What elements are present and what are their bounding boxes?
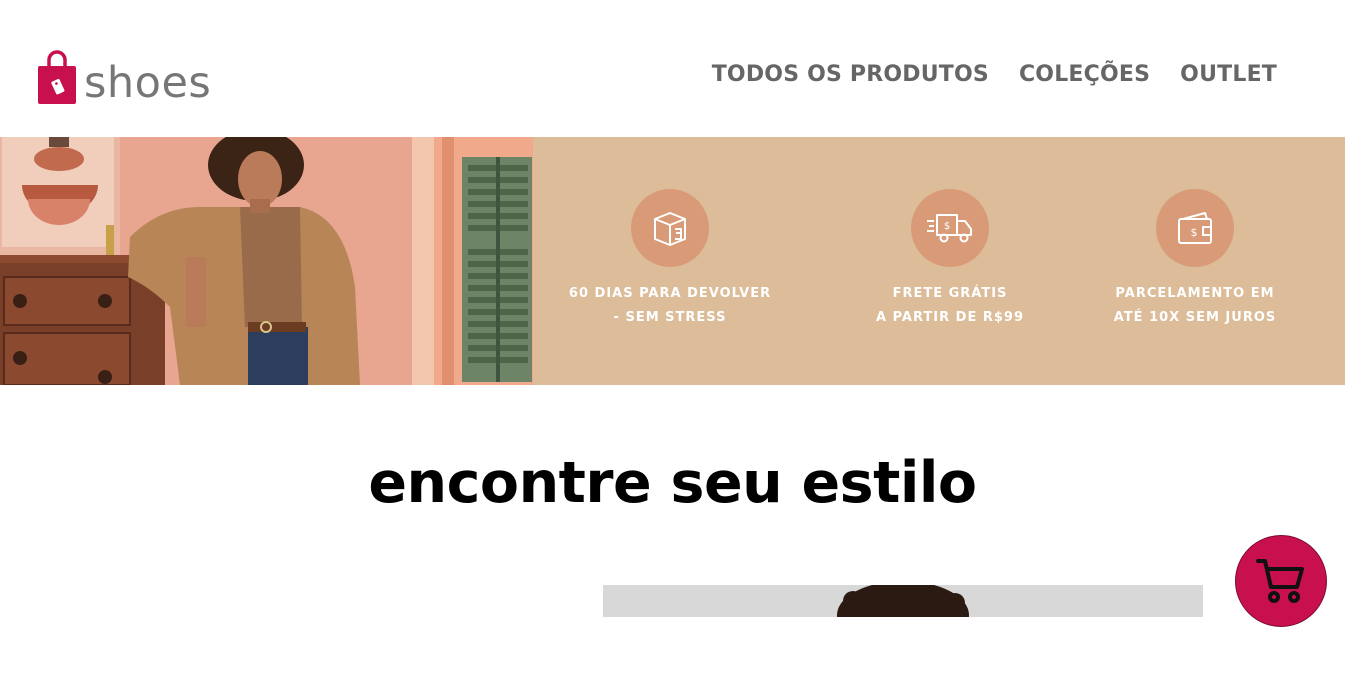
perk-returns-line2: - SEM STRESS bbox=[613, 310, 727, 325]
brand-logo[interactable]: shoes bbox=[38, 46, 211, 106]
perk-installments-line2: ATÉ 10X SEM JUROS bbox=[1113, 310, 1277, 325]
shopping-bag-icon bbox=[38, 50, 76, 104]
svg-text:$: $ bbox=[944, 221, 950, 232]
perks-strip: 60 DIAS PARA DEVOLVER - SEM STRESS $ FRE… bbox=[533, 137, 1345, 385]
perk-installments-line1: PARCELAMENTO EM bbox=[1115, 286, 1275, 301]
perk-icon-circle: $ bbox=[1156, 189, 1234, 267]
delivery-truck-icon: $ bbox=[927, 214, 972, 243]
site-header: shoes TODOS OS PRODUTOS COLEÇÕES OUTLET bbox=[0, 0, 1345, 137]
perk-shipping-line1: FRETE GRÁTIS bbox=[892, 286, 1008, 301]
perk-installments: $ PARCELAMENTO EM ATÉ 10X SEM JUROS bbox=[1095, 189, 1295, 330]
svg-text:$: $ bbox=[1191, 226, 1198, 239]
page-below-fold bbox=[0, 617, 1345, 679]
hero-banner[interactable]: 60 DIAS PARA DEVOLVER - SEM STRESS $ FRE… bbox=[0, 137, 1345, 385]
perk-shipping: $ FRETE GRÁTIS A PARTIR DE R$99 bbox=[850, 189, 1050, 330]
brand-name: shoes bbox=[84, 58, 212, 108]
perk-returns-line1: 60 DIAS PARA DEVOLVER bbox=[568, 286, 772, 301]
return-box-icon bbox=[654, 212, 686, 246]
perk-icon-circle bbox=[631, 189, 709, 267]
nav-todos-os-produtos[interactable]: TODOS OS PRODUTOS bbox=[712, 62, 989, 87]
perk-returns: 60 DIAS PARA DEVOLVER - SEM STRESS bbox=[568, 189, 772, 330]
cart-button[interactable] bbox=[1235, 535, 1327, 627]
wallet-card-icon: $ bbox=[1178, 212, 1212, 244]
nav-outlet[interactable]: OUTLET bbox=[1180, 62, 1277, 87]
perk-icon-circle: $ bbox=[911, 189, 989, 267]
section-title: encontre seu estilo bbox=[368, 450, 977, 516]
banner-photo bbox=[0, 137, 533, 385]
preview-photo bbox=[603, 585, 1203, 617]
perk-shipping-line2: A PARTIR DE R$99 bbox=[876, 310, 1024, 325]
nav-colecoes[interactable]: COLEÇÕES bbox=[1019, 62, 1150, 87]
main-nav: TODOS OS PRODUTOS COLEÇÕES OUTLET bbox=[712, 62, 1277, 87]
style-preview-image[interactable] bbox=[603, 585, 1203, 617]
shopping-cart-icon bbox=[1256, 559, 1304, 603]
